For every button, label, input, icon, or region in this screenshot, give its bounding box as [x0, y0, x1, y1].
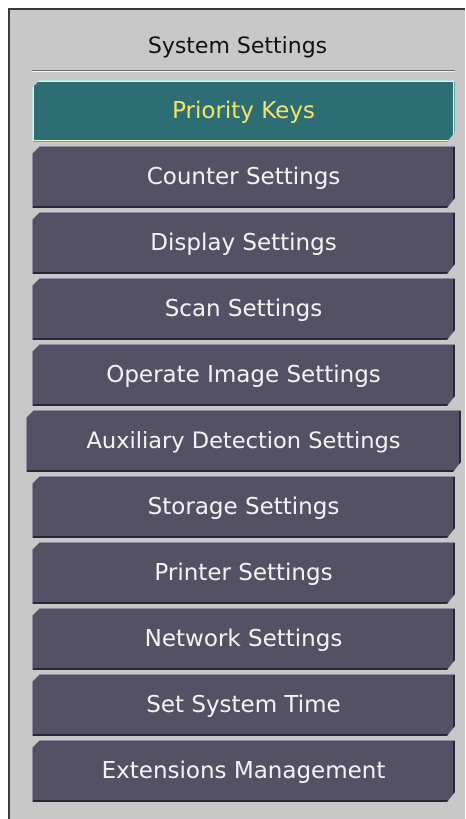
menu-item-printer-settings[interactable]: Printer Settings	[32, 542, 455, 604]
menu-item-set-system-time[interactable]: Set System Time	[32, 674, 455, 736]
menu-item-operate-image-settings[interactable]: Operate Image Settings	[32, 344, 455, 406]
system-settings-panel: System Settings Priority Keys Counter Se…	[8, 8, 465, 819]
menu-item-storage-settings[interactable]: Storage Settings	[32, 476, 455, 538]
menu-item-extensions-management[interactable]: Extensions Management	[32, 740, 455, 802]
menu-item-scan-settings[interactable]: Scan Settings	[32, 278, 455, 340]
settings-menu: Priority Keys Counter Settings Display S…	[32, 80, 455, 806]
menu-item-priority-keys[interactable]: Priority Keys	[32, 80, 455, 142]
menu-item-auxiliary-detection-settings[interactable]: Auxiliary Detection Settings	[26, 410, 461, 472]
menu-item-network-settings[interactable]: Network Settings	[32, 608, 455, 670]
title-divider	[32, 70, 455, 72]
panel-title: System Settings	[147, 34, 328, 59]
menu-item-counter-settings[interactable]: Counter Settings	[32, 146, 455, 208]
menu-item-display-settings[interactable]: Display Settings	[32, 212, 455, 274]
